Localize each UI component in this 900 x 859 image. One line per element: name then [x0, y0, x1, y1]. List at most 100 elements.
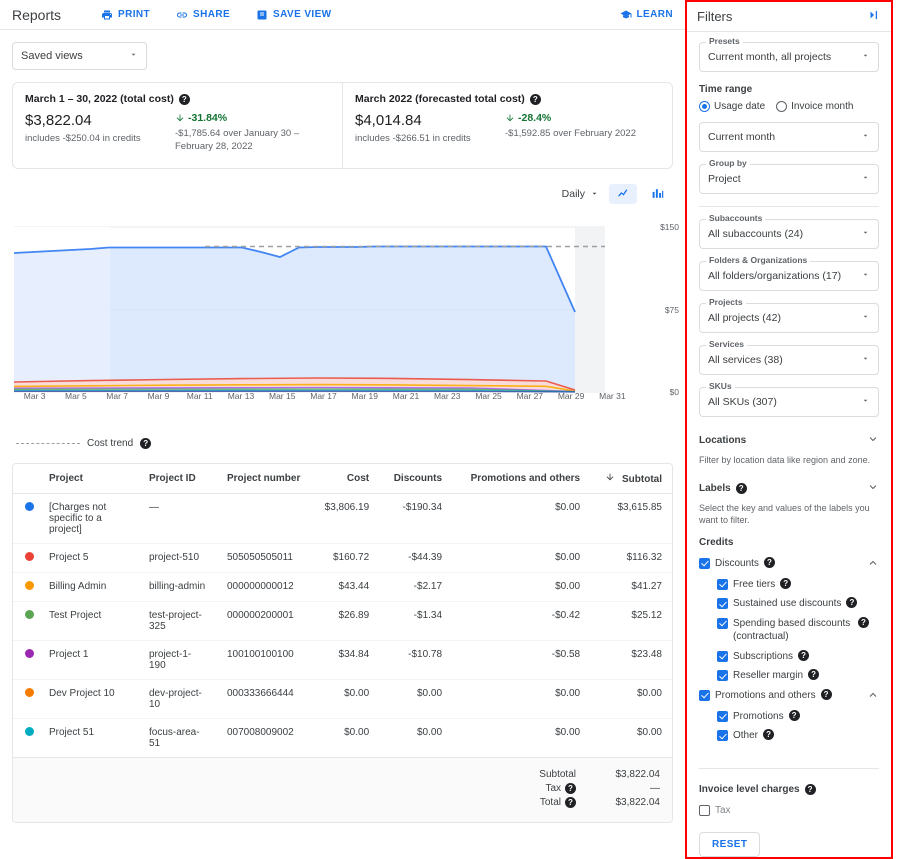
help-icon[interactable]: ? [808, 669, 820, 681]
checkbox-free-tiers[interactable]: Free tiers ? [699, 575, 879, 595]
chevron-up-icon[interactable] [867, 557, 879, 572]
x-tick: Mar 17 [310, 390, 337, 401]
row-color-cell [13, 543, 39, 573]
checkbox-discounts[interactable]: Discounts ? [699, 554, 879, 575]
row-color-cell [13, 601, 39, 641]
x-tick: Mar 5 [65, 390, 87, 401]
locations-header[interactable]: Locations [699, 429, 879, 452]
folders-label: Folders & Organizations [706, 255, 811, 265]
cell-project-number: 007008009002 [217, 718, 311, 758]
column-header-promotions[interactable]: Promotions and others [452, 463, 591, 494]
collapse-panel-icon[interactable] [867, 8, 881, 25]
x-tick: Mar 11 [186, 390, 213, 401]
line-chart-toggle[interactable] [609, 183, 637, 204]
cost-chart[interactable]: $150 $75 $0 Mar 3 Mar 5 Mar 7 Mar 9 Mar … [0, 209, 685, 424]
help-icon[interactable]: ? [846, 597, 858, 609]
toolbar-actions: PRINT SHARE SAVE VIEW [101, 9, 331, 21]
checkbox-reseller-margin[interactable]: Reseller margin ? [699, 666, 879, 686]
skus-select[interactable]: All SKUs (307) [699, 387, 879, 417]
help-icon[interactable]: ? [763, 556, 775, 568]
table-row[interactable]: Test Project test-project-325 0000002000… [13, 601, 672, 641]
help-icon[interactable]: ? [529, 93, 541, 105]
services-select[interactable]: All services (38) [699, 345, 879, 375]
chevron-up-icon[interactable] [867, 689, 879, 704]
table-row[interactable]: [Charges not specific to a project] — $3… [13, 493, 672, 544]
save-view-button[interactable]: SAVE VIEW [256, 9, 331, 21]
labels-header[interactable]: Labels ? [699, 477, 879, 500]
folders-field: Folders & Organizations All folders/orga… [699, 255, 879, 291]
column-header-project-number[interactable]: Project number [217, 463, 311, 494]
projects-value: All projects (42) [708, 312, 781, 324]
table-row[interactable]: Dev Project 10 dev-project-10 0003336664… [13, 679, 672, 719]
print-button[interactable]: PRINT [101, 9, 150, 21]
checkbox-reseller-margin-label: Reseller margin [733, 670, 804, 682]
help-icon[interactable]: ? [565, 783, 576, 795]
time-range-select[interactable]: Current month [699, 122, 879, 152]
row-color-cell [13, 718, 39, 758]
help-icon[interactable]: ? [565, 797, 576, 809]
column-header-project[interactable]: Project [39, 463, 139, 494]
saved-views-select[interactable]: Saved views [12, 42, 147, 70]
chevron-down-icon [861, 312, 870, 324]
column-header-discounts[interactable]: Discounts [379, 463, 453, 494]
checkbox-subscriptions[interactable]: Subscriptions ? [699, 647, 879, 667]
column-header-project-id[interactable]: Project ID [139, 463, 217, 494]
checkbox-other[interactable]: Other ? [699, 726, 879, 746]
checkbox-discounts-label: Discounts [715, 557, 759, 569]
radio-usage-date[interactable]: Usage date [699, 101, 765, 112]
column-header-cost[interactable]: Cost [310, 463, 380, 494]
checkbox-spending-based-discounts[interactable]: Spending based discounts (contractual) ? [699, 614, 879, 647]
help-icon[interactable]: ? [735, 482, 747, 494]
help-icon[interactable]: ? [780, 577, 792, 589]
chevron-down-icon [861, 396, 870, 408]
cell-subtotal: $3,615.85 [590, 493, 672, 544]
help-icon[interactable]: ? [858, 616, 869, 628]
cell-project: Project 1 [39, 640, 139, 680]
projects-select[interactable]: All projects (42) [699, 303, 879, 333]
cell-discounts: -$190.34 [379, 493, 453, 544]
table-row[interactable]: Project 51 focus-area-51 007008009002 $0… [13, 718, 672, 758]
chevron-down-icon [861, 228, 870, 240]
checkbox-sustained-use-discounts[interactable]: Sustained use discounts ? [699, 594, 879, 614]
reset-button[interactable]: RESET [699, 832, 761, 857]
help-icon[interactable]: ? [178, 93, 190, 105]
filters-divider [699, 206, 879, 207]
table-row[interactable]: Project 1 project-1-190 100100100100 $34… [13, 640, 672, 680]
cell-promotions: -$0.42 [452, 601, 591, 641]
help-icon[interactable]: ? [798, 649, 810, 661]
help-icon[interactable]: ? [804, 783, 816, 795]
cell-project-id: dev-project-10 [139, 679, 217, 719]
card-amount-col: $4,014.84 includes -$266.51 in credits [355, 112, 505, 146]
learn-button[interactable]: LEARN [620, 9, 673, 21]
cell-project: Dev Project 10 [39, 679, 139, 719]
filters-panel: Filters Presets Current month, all proje… [687, 2, 891, 857]
checkbox-promotions[interactable]: Promotions ? [699, 707, 879, 727]
cell-cost: $0.00 [310, 718, 380, 758]
checkbox-icon [717, 730, 728, 742]
totals-row-total: Total ? $3,822.04 [420, 796, 660, 810]
checkbox-tax[interactable]: Tax [699, 801, 879, 821]
subaccounts-select[interactable]: All subaccounts (24) [699, 219, 879, 249]
radio-invoice-month[interactable]: Invoice month [776, 101, 853, 112]
x-tick: Mar 7 [106, 390, 129, 401]
share-button[interactable]: SHARE [176, 9, 230, 21]
granularity-select[interactable]: Daily [558, 188, 603, 200]
help-icon[interactable]: ? [140, 437, 152, 449]
x-tick: Mar 3 [23, 390, 46, 401]
presets-select[interactable]: Current month, all projects [699, 42, 879, 72]
help-icon[interactable]: ? [788, 709, 800, 721]
table-row[interactable]: Project 5 project-510 505050505011 $160.… [13, 543, 672, 573]
column-header-subtotal[interactable]: Subtotal [590, 463, 672, 494]
help-icon[interactable]: ? [820, 688, 832, 700]
checkbox-promotions-and-others[interactable]: Promotions and others ? [699, 686, 879, 707]
group-by-select[interactable]: Project [699, 164, 879, 194]
color-column-header [13, 463, 39, 494]
table-row[interactable]: Billing Admin billing-admin 000000000012… [13, 572, 672, 602]
share-label: SHARE [193, 9, 231, 20]
help-icon[interactable]: ? [763, 729, 775, 741]
time-range-label: Time range [699, 84, 753, 95]
folders-select[interactable]: All folders/organizations (17) [699, 261, 879, 291]
checkbox-icon [699, 804, 710, 816]
bar-chart-toggle[interactable] [643, 184, 671, 204]
radio-invoice-month-label: Invoice month [791, 101, 854, 112]
